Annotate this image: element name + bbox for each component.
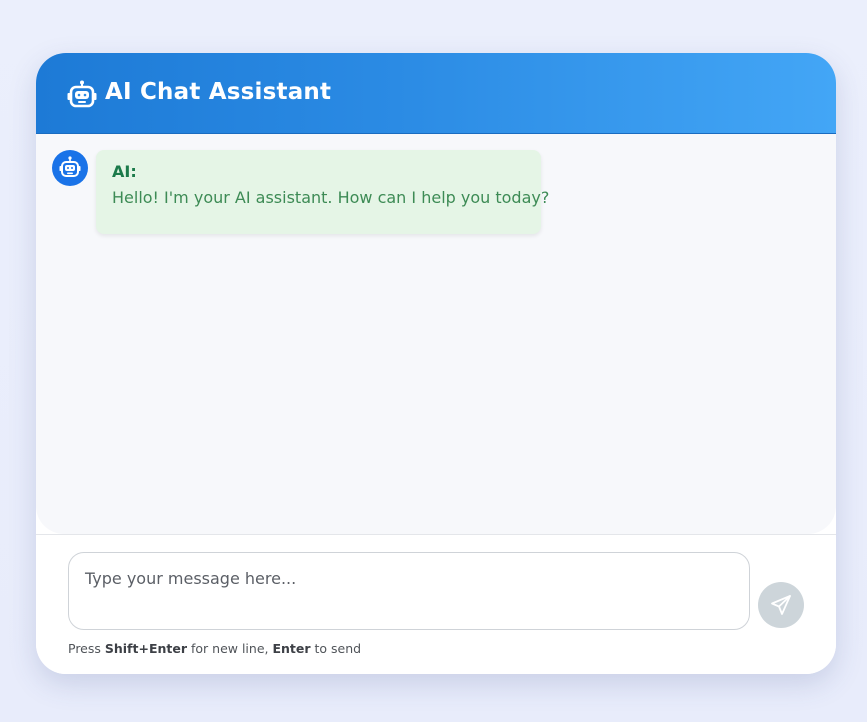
send-button[interactable]: [758, 582, 804, 628]
composer: Type your message here... Press Shift+En…: [36, 534, 836, 674]
hint-suffix: to send: [310, 641, 362, 656]
chat-window: AI Chat Assistant AI: Hello! I'm your AI…: [36, 53, 836, 674]
message-text: Hello! I'm your AI assistant. How can I …: [112, 188, 550, 207]
ai-message-bubble: AI: Hello! I'm your AI assistant. How ca…: [96, 150, 549, 234]
hint-key-enter: Enter: [272, 641, 311, 656]
message-list[interactable]: AI: Hello! I'm your AI assistant. How ca…: [36, 134, 836, 534]
message-input[interactable]: Type your message here...: [68, 552, 750, 630]
chat-title: AI Chat Assistant: [105, 79, 332, 105]
hint-prefix: Press: [68, 641, 105, 656]
hint-key-shift-enter: Shift+Enter: [104, 641, 188, 656]
ai-avatar: [52, 150, 88, 186]
page: AI Chat Assistant AI: Hello! I'm your AI…: [0, 0, 867, 722]
keyboard-hint: Press Shift+Enter for new line, Enter to…: [68, 640, 361, 658]
hint-middle: for new line,: [187, 641, 273, 656]
robot-icon: [67, 80, 97, 108]
message-input-placeholder: Type your message here...: [85, 569, 297, 588]
chat-header: AI Chat Assistant: [36, 53, 836, 134]
message-sender: AI:: [112, 162, 137, 181]
